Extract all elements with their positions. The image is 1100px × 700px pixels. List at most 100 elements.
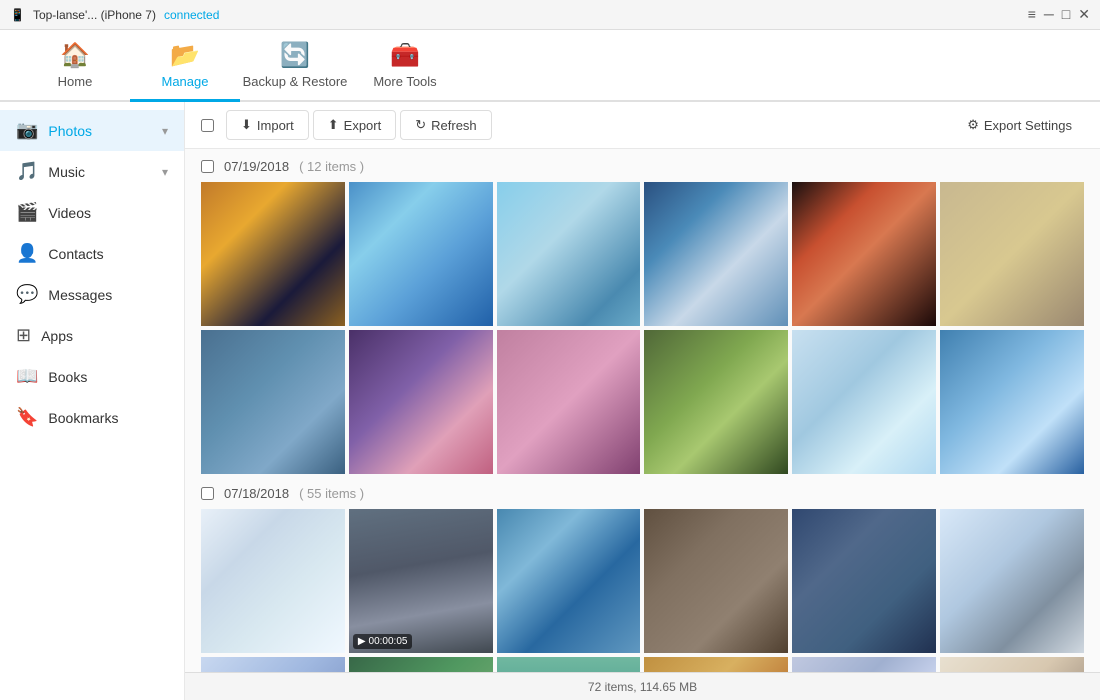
refresh-button[interactable]: ↻ Refresh: [400, 110, 491, 140]
nav-backup-restore[interactable]: 🔄 Backup & Restore: [240, 30, 350, 102]
photo-thumb[interactable]: [497, 330, 641, 474]
export-label: Export: [344, 118, 382, 133]
device-icon: 📱: [10, 8, 25, 22]
menu-icon[interactable]: ≡: [1028, 6, 1036, 23]
content-area: ⬇ Import ⬆ Export ↻ Refresh ⚙ Export Set…: [185, 102, 1100, 700]
export-settings-button[interactable]: ⚙ Export Settings: [955, 111, 1084, 139]
apps-icon: ⊞: [16, 325, 31, 346]
tools-icon: 🧰: [390, 41, 420, 70]
nav-backup-label: Backup & Restore: [243, 74, 348, 89]
device-name: Top-lanse'... (iPhone 7): [33, 8, 156, 22]
import-icon: ⬇: [241, 117, 252, 133]
import-label: Import: [257, 118, 294, 133]
home-icon: 🏠: [60, 41, 90, 70]
photo-thumb[interactable]: [201, 509, 345, 653]
date-0719: 07/19/2018: [224, 159, 289, 174]
export-settings-label: Export Settings: [984, 118, 1072, 133]
photo-thumb[interactable]: [349, 657, 493, 672]
sidebar-item-music[interactable]: 🎵 Music ▾: [0, 151, 184, 192]
sidebar-photos-label: Photos: [48, 123, 92, 139]
titlebar-controls[interactable]: ≡ ─ □ ✕: [1028, 6, 1090, 23]
sidebar-item-apps[interactable]: ⊞ Apps: [0, 315, 184, 356]
photo-thumb[interactable]: [349, 182, 493, 326]
main-layout: 📷 Photos ▾ 🎵 Music ▾ 🎬 Videos 👤 Contacts…: [0, 102, 1100, 700]
messages-icon: 💬: [16, 284, 38, 305]
count-0718: ( 55 items ): [299, 486, 364, 501]
toolbar: ⬇ Import ⬆ Export ↻ Refresh ⚙ Export Set…: [185, 102, 1100, 149]
titlebar-left: 📱 Top-lanse'... (iPhone 7) connected: [10, 8, 219, 22]
import-button[interactable]: ⬇ Import: [226, 110, 309, 140]
select-all-checkbox[interactable]: [201, 119, 214, 132]
date-section-0719: 07/19/2018 ( 12 items ): [201, 159, 1084, 474]
maximize-icon[interactable]: □: [1062, 6, 1070, 23]
refresh-label: Refresh: [431, 118, 477, 133]
date-header-0718: 07/18/2018 ( 55 items ): [201, 486, 1084, 501]
video-icon: ▶: [358, 636, 366, 647]
nav-home-label: Home: [58, 74, 93, 89]
bookmarks-icon: 🔖: [16, 407, 38, 428]
section-0718-checkbox[interactable]: [201, 487, 214, 500]
close-icon[interactable]: ✕: [1078, 6, 1090, 23]
sidebar-item-videos[interactable]: 🎬 Videos: [0, 192, 184, 233]
sidebar: 📷 Photos ▾ 🎵 Music ▾ 🎬 Videos 👤 Contacts…: [0, 102, 185, 700]
photo-area: 07/19/2018 ( 12 items ): [185, 149, 1100, 672]
section-0719-checkbox[interactable]: [201, 160, 214, 173]
toolbar-right: ⚙ Export Settings: [955, 111, 1084, 139]
photo-thumb[interactable]: [644, 509, 788, 653]
videos-icon: 🎬: [16, 202, 38, 223]
photo-thumb[interactable]: [644, 330, 788, 474]
photo-thumb[interactable]: [201, 657, 345, 672]
nav-home[interactable]: 🏠 Home: [20, 30, 130, 102]
sidebar-item-photos[interactable]: 📷 Photos ▾: [0, 110, 184, 151]
titlebar: 📱 Top-lanse'... (iPhone 7) connected ≡ ─…: [0, 0, 1100, 30]
photo-thumb[interactable]: [940, 182, 1084, 326]
minimize-icon[interactable]: ─: [1044, 6, 1054, 23]
statusbar: 72 items, 114.65 MB: [185, 672, 1100, 700]
photo-thumb[interactable]: [497, 182, 641, 326]
photo-thumb[interactable]: [792, 182, 936, 326]
photo-thumb[interactable]: [940, 330, 1084, 474]
photo-grid-0719-r2: [201, 330, 1084, 474]
topnav: 🏠 Home 📂 Manage 🔄 Backup & Restore 🧰 Mor…: [0, 30, 1100, 102]
gear-icon: ⚙: [967, 117, 979, 133]
photo-thumb[interactable]: [201, 182, 345, 326]
count-0719: ( 12 items ): [299, 159, 364, 174]
export-icon: ⬆: [328, 117, 339, 133]
sidebar-item-books[interactable]: 📖 Books: [0, 356, 184, 397]
nav-more-tools[interactable]: 🧰 More Tools: [350, 30, 460, 102]
contacts-icon: 👤: [16, 243, 38, 264]
date-header-0719: 07/19/2018 ( 12 items ): [201, 159, 1084, 174]
date-0718: 07/18/2018: [224, 486, 289, 501]
sidebar-item-bookmarks[interactable]: 🔖 Bookmarks: [0, 397, 184, 438]
photo-thumb[interactable]: [792, 330, 936, 474]
photo-thumb[interactable]: [792, 657, 936, 672]
sidebar-videos-label: Videos: [48, 205, 91, 221]
photos-chevron-icon: ▾: [162, 124, 168, 138]
photo-thumb[interactable]: [940, 657, 1084, 672]
sidebar-item-messages[interactable]: 💬 Messages: [0, 274, 184, 315]
sidebar-apps-label: Apps: [41, 328, 73, 344]
export-button[interactable]: ⬆ Export: [313, 110, 396, 140]
device-status: connected: [164, 8, 219, 22]
photo-thumb[interactable]: [940, 509, 1084, 653]
photo-thumb[interactable]: [792, 509, 936, 653]
video-badge: ▶ 00:00:05: [353, 634, 413, 649]
music-chevron-icon: ▾: [162, 165, 168, 179]
music-icon: 🎵: [16, 161, 38, 182]
photo-thumb[interactable]: [497, 509, 641, 653]
photos-icon: 📷: [16, 120, 38, 141]
photo-thumb[interactable]: [201, 330, 345, 474]
date-section-0718: 07/18/2018 ( 55 items ) ▶ 00:00:05: [201, 486, 1084, 672]
backup-icon: 🔄: [280, 41, 310, 70]
sidebar-contacts-label: Contacts: [48, 246, 103, 262]
nav-manage[interactable]: 📂 Manage: [130, 30, 240, 102]
photo-thumb[interactable]: [497, 657, 641, 672]
sidebar-item-contacts[interactable]: 👤 Contacts: [0, 233, 184, 274]
photo-thumb[interactable]: [644, 182, 788, 326]
photo-grid-0718-r2: [201, 657, 1084, 672]
manage-icon: 📂: [170, 41, 200, 70]
photo-thumb[interactable]: [349, 330, 493, 474]
sidebar-bookmarks-label: Bookmarks: [48, 410, 118, 426]
photo-thumb[interactable]: ▶ 00:00:05: [349, 509, 493, 653]
photo-thumb[interactable]: [644, 657, 788, 672]
